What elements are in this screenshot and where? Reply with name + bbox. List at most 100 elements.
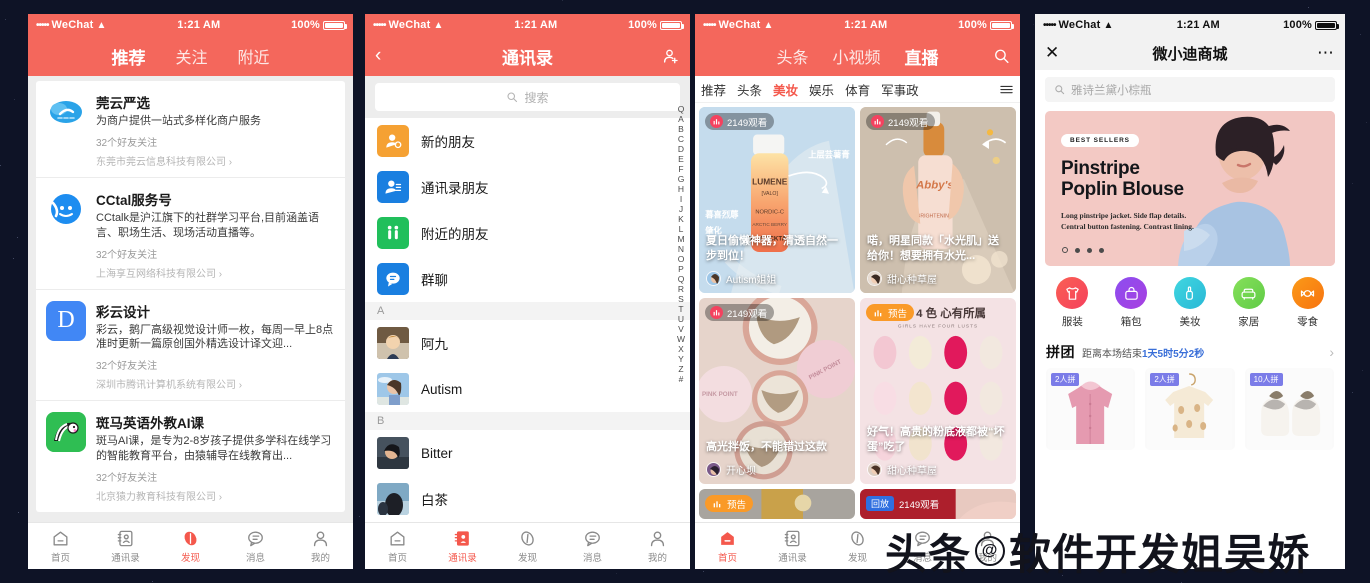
- list-item[interactable]: 白茶: [365, 476, 690, 522]
- tabbar-item-message[interactable]: 消息: [560, 528, 625, 564]
- tab-recommend[interactable]: 推荐: [111, 44, 145, 69]
- list-item[interactable]: 阿九: [365, 320, 690, 366]
- index-letter[interactable]: F: [678, 164, 683, 174]
- index-letter[interactable]: J: [679, 204, 683, 214]
- index-letter[interactable]: C: [678, 134, 684, 144]
- tabbar-item-home[interactable]: 首页: [28, 528, 93, 564]
- list-item[interactable]: 斑马英语外教AI课 斑马AI课，是专为2-8岁孩子提供多学科在线学习的智能教育平…: [36, 401, 345, 512]
- tab-following[interactable]: 关注: [175, 44, 207, 69]
- group-buy-header[interactable]: 拼团 距离本场结束1天5时5分2秒 ›: [1035, 333, 1345, 368]
- index-search-icon[interactable]: Q: [678, 104, 685, 114]
- tabbar-item-home[interactable]: 首页: [365, 528, 430, 564]
- list-item[interactable]: Bitter: [365, 430, 690, 476]
- index-letter[interactable]: D: [678, 144, 684, 154]
- live-card[interactable]: 回放 2149观看: [860, 489, 1016, 519]
- index-letter[interactable]: L: [679, 224, 684, 234]
- live-card[interactable]: PINK POINT PINK POINT 2149观看 高光拌饭，不能错过这款…: [699, 298, 855, 484]
- category-bags[interactable]: 箱包: [1102, 277, 1161, 329]
- nav-tabs: 头条 小视频 直播: [776, 44, 938, 69]
- index-letter[interactable]: M: [677, 234, 684, 244]
- index-letter[interactable]: B: [678, 124, 684, 134]
- tab-nearby[interactable]: 附近: [238, 44, 270, 69]
- tabbar-item-discover[interactable]: 发现: [158, 528, 223, 564]
- index-letter[interactable]: A: [678, 114, 684, 124]
- account-corp[interactable]: 上海享互网络科技有限公司 ›: [96, 265, 335, 280]
- account-corp[interactable]: 北京猿力教育科技有限公司 ›: [96, 488, 335, 503]
- list-item[interactable]: 莞云严选 为商户提供一站式多样化商户服务 32个好友关注 东莞市莞云信息科技有限…: [36, 81, 345, 178]
- index-letter[interactable]: T: [678, 304, 683, 314]
- tabbar-item-message[interactable]: 消息: [223, 528, 288, 564]
- index-letter[interactable]: I: [680, 194, 682, 204]
- search-icon[interactable]: [993, 48, 1010, 65]
- subtab-entertainment[interactable]: 娱乐: [809, 80, 834, 99]
- category-apparel[interactable]: 服装: [1043, 277, 1102, 329]
- category-snacks[interactable]: 零食: [1278, 277, 1337, 329]
- category-beauty[interactable]: 美妆: [1161, 277, 1220, 329]
- live-card[interactable]: 预告: [699, 489, 855, 519]
- alphabet-index-bar[interactable]: Q A B C D E F G H I J K L M N O P Q R S T U V W X Y Z #: [674, 104, 688, 520]
- index-letter[interactable]: K: [678, 214, 684, 224]
- tabbar-item-contacts[interactable]: 通讯录: [760, 528, 825, 564]
- index-letter[interactable]: R: [678, 284, 684, 294]
- banner-dots[interactable]: [1062, 247, 1104, 253]
- contacts-entry-new-friend[interactable]: 新的朋友: [365, 118, 690, 164]
- index-letter[interactable]: Q: [678, 274, 685, 284]
- product-card[interactable]: 10人拼: [1244, 368, 1334, 450]
- tab-short-video[interactable]: 小视频: [833, 44, 881, 69]
- index-letter[interactable]: W: [677, 334, 685, 344]
- subtab-military[interactable]: 军事政: [881, 80, 919, 99]
- account-corp[interactable]: 深圳市腾讯计算机系统有限公司 ›: [96, 376, 335, 391]
- tabbar-item-profile[interactable]: 我的: [955, 528, 1020, 564]
- promo-banner[interactable]: BEST SELLERS Pinstripe Poplin Blouse Long…: [1045, 111, 1335, 266]
- tabbar-item-message[interactable]: 消息: [890, 528, 955, 564]
- index-letter[interactable]: U: [678, 314, 684, 324]
- add-contact-icon[interactable]: [662, 47, 680, 65]
- contacts-entry-phone-contacts[interactable]: 通讯录朋友: [365, 164, 690, 210]
- more-dots-icon[interactable]: ⋯: [1317, 43, 1335, 63]
- hamburger-icon[interactable]: [996, 76, 1016, 102]
- subtab-sports[interactable]: 体育: [845, 80, 870, 99]
- tabbar-item-profile[interactable]: 我的: [288, 528, 353, 564]
- index-letter[interactable]: #: [679, 374, 684, 384]
- index-letter[interactable]: Y: [678, 354, 684, 364]
- list-item[interactable]: D 彩云设计 彩云，鹅厂高级视觉设计师一枚，每周一早上8点准时更新一篇原创国外精…: [36, 290, 345, 402]
- live-card[interactable]: Abby's BRIGHTENING 2149观看 喏，明星同款「水光肌」送给你…: [860, 107, 1016, 293]
- subtab-recommend[interactable]: 推荐: [701, 80, 726, 99]
- category-home[interactable]: 家居: [1219, 277, 1278, 329]
- index-letter[interactable]: E: [678, 154, 684, 164]
- search-input[interactable]: 搜索: [375, 83, 680, 111]
- tabbar-item-discover[interactable]: 发现: [495, 528, 560, 564]
- live-chart-icon: [710, 115, 723, 128]
- contacts-entry-group-chat[interactable]: 群聊: [365, 256, 690, 302]
- product-card[interactable]: 2人拼: [1145, 368, 1235, 450]
- list-item[interactable]: CCtal服务号 CCtalk是沪江旗下的社群学习平台,目前涵盖语言、职场生活、…: [36, 178, 345, 290]
- index-letter[interactable]: G: [678, 174, 685, 184]
- product-card[interactable]: 2人拼: [1046, 368, 1136, 450]
- tabbar-item-discover[interactable]: 发现: [825, 528, 890, 564]
- index-letter[interactable]: P: [678, 264, 684, 274]
- tab-headline[interactable]: 头条: [776, 44, 808, 69]
- account-corp[interactable]: 东莞市莞云信息科技有限公司 ›: [96, 153, 335, 168]
- chevron-left-icon[interactable]: ‹: [375, 45, 381, 67]
- tabbar-item-home[interactable]: 首页: [695, 528, 760, 564]
- index-letter[interactable]: S: [678, 294, 684, 304]
- subtab-beauty[interactable]: 美妆: [773, 80, 798, 99]
- list-item[interactable]: Autism: [365, 366, 690, 412]
- index-letter[interactable]: X: [678, 344, 684, 354]
- subtab-headline[interactable]: 头条: [737, 80, 762, 99]
- index-letter[interactable]: N: [678, 244, 684, 254]
- search-input[interactable]: 雅诗兰黛小棕瓶: [1045, 77, 1335, 102]
- close-icon[interactable]: ✕: [1045, 43, 1059, 63]
- live-card[interactable]: 少女 4 色 心有所属 GIRLS HAVE FOUR LUSTS 预告 好气！…: [860, 298, 1016, 484]
- tab-live[interactable]: 直播: [905, 44, 939, 69]
- index-letter[interactable]: V: [678, 324, 684, 334]
- contacts-entry-nearby[interactable]: 附近的朋友: [365, 210, 690, 256]
- chevron-right-icon[interactable]: ›: [1329, 344, 1334, 360]
- tabbar-item-contacts[interactable]: 通讯录: [430, 528, 495, 564]
- index-letter[interactable]: Z: [678, 364, 683, 374]
- tabbar-item-contacts[interactable]: 通讯录: [93, 528, 158, 564]
- index-letter[interactable]: H: [678, 184, 684, 194]
- live-card[interactable]: LUMENE [VALO] NORDIC-C ARCTIC BERRY OIL-…: [699, 107, 855, 293]
- tabbar-item-profile[interactable]: 我的: [625, 528, 690, 564]
- index-letter[interactable]: O: [678, 254, 685, 264]
